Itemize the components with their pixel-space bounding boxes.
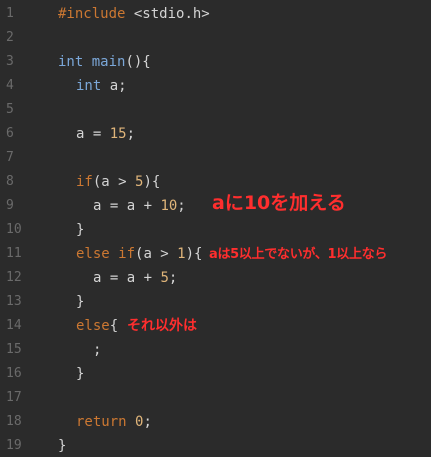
code-rest: a; — [101, 78, 127, 94]
code-punctuation: ; — [177, 198, 186, 214]
line-number: 8 — [6, 174, 14, 189]
code-rest: a = — [76, 126, 110, 142]
code-line: 9 a = a + 10; aに10を加える — [0, 192, 431, 218]
line-number: 3 — [6, 54, 14, 69]
code-text: } — [76, 366, 85, 382]
code-rest: a = a + — [93, 198, 161, 214]
code-line: 3 int main(){ — [0, 50, 431, 74]
code-line: 18 return 0; — [0, 410, 431, 434]
line-number: 17 — [6, 390, 22, 405]
line-number: 18 — [6, 414, 22, 429]
code-text: return 0; — [76, 410, 152, 434]
annotation-else-if: aは5以上でないが、1以上なら — [209, 247, 388, 262]
preprocessor-keyword: #include — [58, 6, 126, 22]
code-text: else{ — [76, 314, 118, 338]
type-keyword: int — [58, 54, 84, 70]
code-punctuation: ; — [143, 414, 152, 430]
annotation-else: それ以外は — [127, 318, 197, 334]
code-line: 5 — [0, 98, 431, 122]
annotation-add-ten: aに10を加える — [212, 192, 346, 214]
code-text: a = a + 10; — [93, 194, 186, 218]
line-number: 11 — [6, 246, 22, 261]
code-rest: a = a + — [93, 270, 161, 286]
code-line: 14 else{ それ以外は — [0, 314, 431, 338]
number-literal: 15 — [109, 126, 127, 142]
code-line: 6 a = 15; — [0, 122, 431, 146]
line-number: 7 — [6, 150, 14, 165]
line-number: 19 — [6, 438, 22, 453]
function-name: main — [91, 54, 126, 70]
code-text: } — [76, 294, 85, 310]
number-literal: 1 — [177, 246, 186, 262]
line-number: 4 — [6, 78, 14, 93]
code-text: } — [76, 222, 85, 238]
code-line: 13 } — [0, 290, 431, 314]
code-punctuation: ){ — [185, 246, 203, 262]
code-text: } — [58, 438, 67, 454]
code-text: #include <stdio.h> — [58, 2, 210, 26]
line-number: 10 — [6, 222, 22, 237]
control-keyword: return — [76, 414, 127, 430]
code-line: 2 — [0, 26, 431, 50]
code-text: int a; — [76, 74, 127, 98]
code-punctuation: ){ — [143, 174, 161, 190]
number-literal: 5 — [160, 270, 169, 286]
control-keyword: else — [76, 318, 110, 334]
code-line: 17 — [0, 386, 431, 410]
control-keyword: if — [76, 174, 93, 190]
code-punctuation: (){ — [125, 54, 151, 70]
code-line: 7 — [0, 146, 431, 170]
code-line: 19 } — [0, 434, 431, 457]
code-editor[interactable]: 1 #include <stdio.h> 2 3 int main(){ 4 i… — [0, 0, 431, 457]
code-line: 10 } — [0, 218, 431, 242]
code-text: if(a > 5){ — [76, 170, 160, 194]
line-number: 16 — [6, 366, 22, 381]
code-text: a = a + 5; — [93, 266, 177, 290]
code-text: a = 15; — [76, 122, 135, 146]
line-number: 13 — [6, 294, 22, 309]
line-number: 15 — [6, 342, 22, 357]
line-number: 6 — [6, 126, 14, 141]
number-literal: 10 — [160, 198, 178, 214]
code-text: else if(a > 1){ — [76, 242, 202, 266]
control-keyword: else if — [76, 246, 136, 262]
code-punctuation: { — [109, 318, 119, 334]
code-punctuation: ; — [168, 270, 178, 286]
line-number: 9 — [6, 198, 14, 213]
line-number: 1 — [6, 6, 14, 21]
code-line: 15 ; — [0, 338, 431, 362]
code-rest: (a > — [135, 246, 178, 262]
header-name: <stdio.h> — [125, 6, 210, 22]
line-number: 5 — [6, 102, 14, 117]
line-number: 14 — [6, 318, 22, 333]
code-line: 4 int a; — [0, 74, 431, 98]
type-keyword: int — [76, 78, 102, 94]
code-text: ; — [93, 342, 102, 358]
code-line: 11 else if(a > 1){ aは5以上でないが、1以上なら — [0, 242, 431, 266]
code-line: 16 } — [0, 362, 431, 386]
code-punctuation: ; — [126, 126, 136, 142]
code-line: 1 #include <stdio.h> — [0, 2, 431, 26]
code-line: 12 a = a + 5; — [0, 266, 431, 290]
line-number: 12 — [6, 270, 22, 285]
line-number: 2 — [6, 30, 14, 45]
code-rest: (a > — [92, 174, 136, 190]
code-text: int main(){ — [58, 50, 151, 74]
